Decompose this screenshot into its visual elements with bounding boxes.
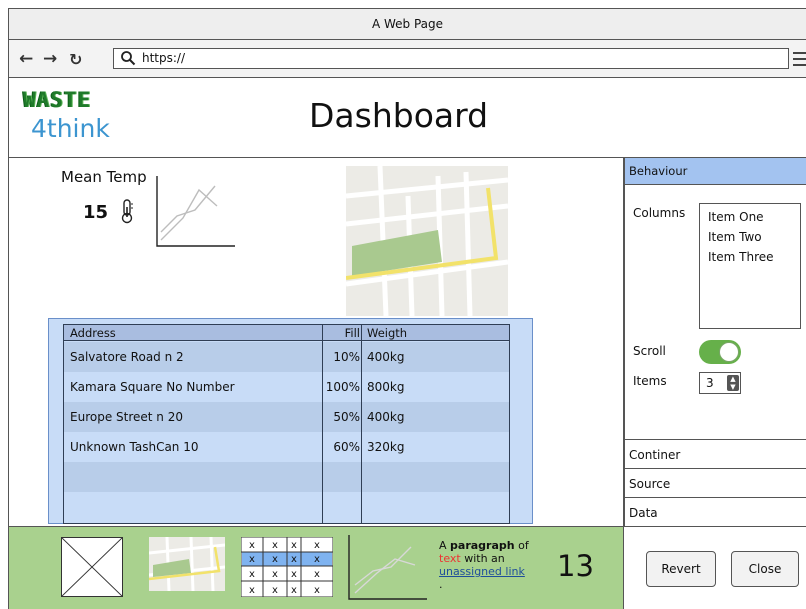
para-bold: paragraph (450, 539, 515, 552)
unassigned-link[interactable]: unassigned link (439, 565, 525, 578)
fill-cell: 50% (333, 410, 360, 424)
url-text: https:// (142, 51, 186, 65)
fill-cell: 60% (333, 440, 360, 454)
paragraph-widget[interactable]: A paragraph of text with an unassigned l… (439, 539, 544, 591)
address-cell: Salvatore Road n 2 (70, 350, 184, 364)
para-text: of (514, 539, 529, 552)
para-text: . (439, 578, 443, 591)
svg-text:x: x (314, 569, 320, 580)
svg-text:x: x (291, 540, 297, 551)
svg-text:x: x (249, 585, 255, 596)
items-label: Items (633, 374, 667, 388)
table-row[interactable]: Unknown TashCan 10 60% 320kg (64, 432, 509, 462)
address-cell: Kamara Square No Number (70, 380, 235, 394)
columns-label: Columns (633, 206, 686, 220)
list-item[interactable]: Item Three (708, 247, 792, 267)
items-value: 3 (706, 376, 714, 390)
svg-text:x: x (272, 569, 278, 580)
map-widget-icon[interactable] (149, 537, 225, 591)
para-red-text: text (439, 552, 461, 565)
weight-cell: 800kg (367, 380, 405, 394)
widget-toolbar: xxxx xxxx xxxx xxxx A paragraph of text … (8, 526, 624, 609)
mean-temp-label: Mean Temp (61, 168, 147, 186)
column-header-fill[interactable]: Fill (322, 325, 360, 340)
items-stepper[interactable]: 3 ▲ ▼ (699, 372, 741, 394)
svg-text:x: x (314, 585, 320, 596)
back-arrow-icon[interactable]: ← (19, 49, 33, 69)
address-cell: Unknown TashCan 10 (70, 440, 199, 454)
list-item[interactable]: Item One (708, 207, 792, 227)
svg-text:x: x (291, 554, 297, 565)
logo-4think: 4think (31, 114, 110, 143)
line-chart-placeholder (156, 176, 235, 247)
para-text: A (439, 539, 451, 552)
address-cell: Europe Street n 20 (70, 410, 183, 424)
thermometer-icon (121, 199, 133, 224)
data-table: Address Fill Weigth Salvatore Road n 2 1… (63, 324, 510, 524)
table-header-row: Address Fill Weigth (64, 325, 509, 341)
mean-temp-value: 15 (83, 202, 109, 223)
svg-text:x: x (272, 540, 278, 551)
window-titlebar: A Web Page (8, 8, 806, 40)
weight-cell: 320kg (367, 440, 405, 454)
table-row[interactable]: Kamara Square No Number 100% 800kg (64, 372, 509, 402)
column-divider (361, 325, 362, 523)
reload-icon[interactable]: ↻ (69, 50, 82, 69)
svg-text:x: x (291, 569, 297, 580)
svg-text:x: x (249, 540, 255, 551)
image-placeholder-icon[interactable] (61, 537, 123, 597)
forward-arrow-icon[interactable]: → (43, 49, 57, 69)
svg-text:x: x (272, 554, 278, 565)
scroll-toggle[interactable] (699, 340, 741, 364)
data-table-container: Address Fill Weigth Salvatore Road n 2 1… (48, 318, 533, 524)
fill-cell: 10% (333, 350, 360, 364)
svg-text:x: x (249, 569, 255, 580)
column-header-weight[interactable]: Weigth (367, 325, 467, 340)
window-title: A Web Page (371, 17, 444, 31)
svg-text:x: x (314, 554, 320, 565)
browser-navbar: ← → ↻ https:// (8, 40, 806, 78)
number-widget[interactable]: 13 (557, 549, 594, 583)
svg-text:x: x (249, 554, 255, 565)
scroll-label: Scroll (633, 344, 666, 358)
search-icon (121, 51, 136, 66)
chart-widget-icon[interactable] (347, 535, 429, 601)
logo-waste: WASTE (23, 88, 92, 112)
weight-cell: 400kg (367, 350, 405, 364)
section-header-behaviour[interactable]: Behaviour (625, 158, 806, 185)
para-text: with an (460, 552, 505, 565)
table-row[interactable]: Europe Street n 20 50% 400kg (64, 402, 509, 432)
accordion-continer[interactable]: Continer (625, 439, 806, 469)
stepper-arrows-icon[interactable]: ▲ ▼ (727, 375, 739, 391)
menu-icon[interactable] (793, 52, 806, 70)
table-row[interactable]: Salvatore Road n 2 10% 400kg (64, 342, 509, 372)
columns-list[interactable]: Item One Item Two Item Three (699, 203, 801, 329)
map-placeholder (346, 166, 508, 316)
panel-actions: Revert Close (624, 526, 806, 609)
table-row-empty (64, 492, 509, 523)
properties-panel: Behaviour Columns Item One Item Two Item… (624, 158, 806, 526)
revert-button[interactable]: Revert (646, 551, 716, 587)
accordion-data[interactable]: Data (625, 497, 806, 527)
url-bar[interactable]: https:// (113, 48, 789, 69)
page-title: Dashboard (309, 96, 489, 135)
list-item[interactable]: Item Two (708, 227, 792, 247)
fill-cell: 100% (325, 380, 360, 394)
column-header-address[interactable]: Address (70, 325, 320, 340)
accordion-source[interactable]: Source (625, 468, 806, 498)
main-panel: Mean Temp 15 Address Fill Weigth Salvato… (8, 158, 624, 526)
svg-text:x: x (291, 585, 297, 596)
svg-text:x: x (314, 540, 320, 551)
close-button[interactable]: Close (731, 551, 799, 587)
table-row-empty (64, 462, 509, 492)
table-widget-icon[interactable]: xxxx xxxx xxxx xxxx (241, 537, 333, 597)
weight-cell: 400kg (367, 410, 405, 424)
svg-text:x: x (272, 585, 278, 596)
column-divider (322, 325, 323, 523)
page-header: WASTE 4think Dashboard (8, 78, 806, 158)
